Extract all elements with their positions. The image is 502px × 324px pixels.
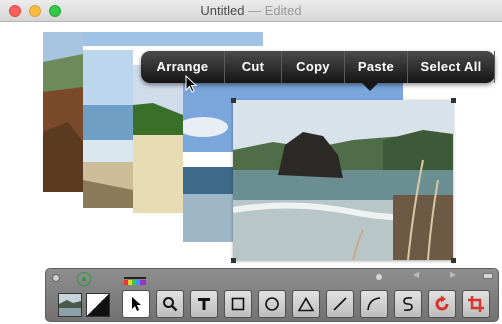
- circle-icon: [265, 297, 279, 311]
- triangle-icon: [298, 296, 314, 311]
- photo-sky-strip[interactable]: [83, 32, 263, 46]
- line-icon: [333, 297, 347, 311]
- toolbar-menu-button[interactable]: [52, 274, 60, 282]
- previous-icon[interactable]: ◀: [413, 270, 419, 279]
- line-tool[interactable]: [326, 290, 354, 318]
- curve-icon: [367, 297, 381, 311]
- menu-pointer: [361, 82, 379, 91]
- collapse-toolbar-icon[interactable]: [483, 273, 493, 279]
- magnifier-icon: [163, 297, 178, 312]
- freehand-s-icon: [403, 297, 413, 311]
- oval-tool[interactable]: [258, 290, 286, 318]
- rectangle-tool[interactable]: [224, 290, 252, 318]
- menu-item-arrange[interactable]: Arrange: [141, 51, 225, 83]
- menu-item-paste[interactable]: Paste: [345, 51, 408, 83]
- rotate-tool[interactable]: [428, 290, 456, 318]
- opacity-slider-knob[interactable]: [376, 274, 382, 280]
- window-title: Untitled — Edited: [0, 0, 502, 22]
- menu-item-cut[interactable]: Cut: [225, 51, 282, 83]
- pointer-tool[interactable]: [122, 290, 150, 318]
- title-bar[interactable]: Untitled — Edited: [0, 0, 502, 22]
- selection-handle[interactable]: [451, 98, 456, 103]
- markup-toolbar: ▲ ◀ ▶: [45, 268, 499, 322]
- crop-tool[interactable]: [462, 290, 490, 318]
- photo-sandy-beach[interactable]: [133, 65, 183, 213]
- title-separator: —: [244, 3, 265, 18]
- photo-ocean-surf[interactable]: [183, 82, 233, 242]
- zoom-tool[interactable]: [156, 290, 184, 318]
- rectangle-icon: [231, 297, 245, 311]
- menu-item-select-all[interactable]: Select All: [408, 51, 495, 83]
- image-thumbnail[interactable]: [58, 293, 82, 317]
- rotate-icon: [435, 295, 449, 311]
- menu-item-copy[interactable]: Copy: [282, 51, 345, 83]
- next-icon[interactable]: ▶: [450, 270, 456, 279]
- freehand-tool[interactable]: [394, 290, 422, 318]
- curve-tool[interactable]: [360, 290, 388, 318]
- selection-handle[interactable]: [231, 258, 236, 263]
- edited-status: Edited: [264, 3, 302, 18]
- app-window: Untitled — Edited Arrange Cut Copy Paste…: [0, 0, 502, 324]
- triangle-tool[interactable]: [292, 290, 320, 318]
- arrow-icon: [132, 297, 141, 311]
- photo-beach-waves[interactable]: [83, 50, 133, 208]
- selection-handle[interactable]: [451, 258, 456, 263]
- color-picker-icon[interactable]: [124, 273, 146, 285]
- fill-stroke-swatch[interactable]: [86, 293, 110, 317]
- text-t-icon: [198, 298, 210, 310]
- add-item-icon[interactable]: ▲: [77, 272, 91, 286]
- document-name: Untitled: [200, 3, 245, 18]
- mouse-cursor-icon: [185, 74, 198, 98]
- selection-handle[interactable]: [231, 98, 236, 103]
- photo-lion-rock-beach[interactable]: [233, 100, 453, 260]
- crop-icon: [468, 296, 484, 312]
- photo-coast-cliff[interactable]: [43, 32, 83, 192]
- text-tool[interactable]: [190, 290, 218, 318]
